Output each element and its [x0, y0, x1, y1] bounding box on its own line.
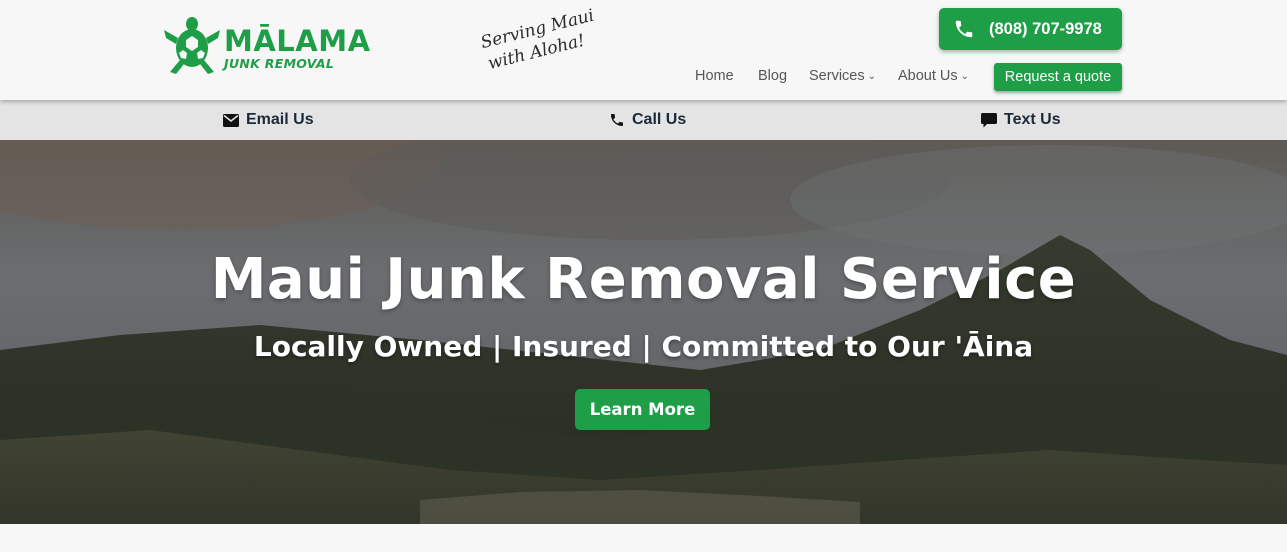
brand-subtitle: JUNK REMOVAL [224, 56, 335, 71]
phone-number: (808) 707-9978 [989, 19, 1102, 38]
call-us-label: Call Us [632, 111, 687, 128]
hero-section: Maui Junk Removal Service Locally Owned … [0, 140, 1287, 524]
text-us-link[interactable]: Text Us [981, 111, 1061, 129]
page-below-hero [0, 524, 1287, 552]
brand-logo[interactable]: MĀLAMA JUNK REMOVAL [162, 14, 392, 78]
turtle-logo-icon [164, 17, 220, 74]
call-us-link[interactable]: Call Us [609, 111, 686, 129]
learn-more-button[interactable]: Learn More [575, 389, 710, 430]
nav-blog[interactable]: Blog [758, 68, 787, 84]
nav-about-us[interactable]: About Us ⌄ [898, 68, 969, 84]
contact-bar: Email Us Call Us Text Us [0, 100, 1287, 140]
nav-blog-label: Blog [758, 68, 788, 84]
phone-icon [955, 20, 973, 38]
chat-bubble-icon [981, 112, 997, 127]
email-us-link[interactable]: Email Us [223, 111, 314, 129]
chevron-down-icon: ⌄ [867, 71, 876, 82]
envelope-icon [223, 113, 239, 127]
nav-services-label: Services [809, 68, 865, 84]
brand-tagline: Serving Maui with Aloha! [478, 1, 621, 100]
site-header: MĀLAMA JUNK REMOVAL Serving Maui with Al… [0, 0, 1287, 100]
nav-home-label: Home [695, 68, 734, 84]
phone-icon [611, 114, 623, 126]
nav-about-us-label: About Us [898, 68, 958, 84]
hero-subtitle: Locally Owned | Insured | Committed to O… [253, 330, 1034, 363]
request-quote-button[interactable]: Request a quote [994, 63, 1122, 91]
nav-home[interactable]: Home [695, 68, 734, 84]
hero-title: Maui Junk Removal Service [210, 247, 1077, 312]
email-us-label: Email Us [246, 111, 314, 128]
phone-call-button[interactable]: (808) 707-9978 [939, 8, 1122, 50]
brand-name: MĀLAMA [224, 24, 371, 58]
nav-services[interactable]: Services ⌄ [809, 68, 876, 84]
text-us-label: Text Us [1004, 111, 1061, 128]
chevron-down-icon: ⌄ [960, 71, 970, 82]
